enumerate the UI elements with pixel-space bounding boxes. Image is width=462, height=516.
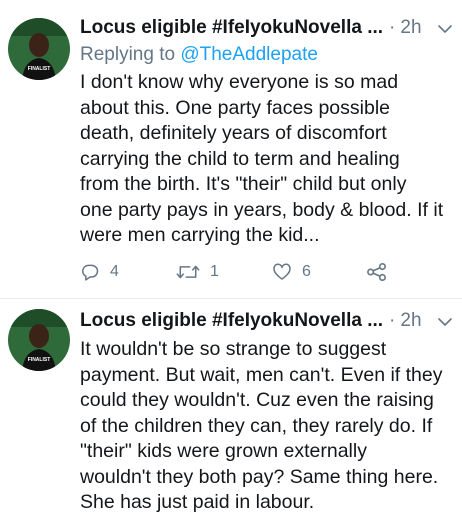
- reply-handle-link[interactable]: @TheAddlepate: [180, 44, 318, 65]
- timestamp[interactable]: 2h: [400, 310, 421, 332]
- avatar-text: FINALIST: [28, 357, 51, 363]
- like-button[interactable]: 6: [272, 262, 366, 282]
- tweet[interactable]: FINALIST Locus eligible #IfeIyokuNovella…: [0, 0, 462, 299]
- retweet-button[interactable]: 1: [176, 262, 272, 282]
- tweet[interactable]: FINALIST Locus eligible #IfeIyokuNovella…: [0, 299, 462, 513]
- avatar-text: FINALIST: [28, 66, 51, 72]
- chevron-down-icon[interactable]: [438, 317, 452, 327]
- replying-to: Replying to @TheAddlepate: [80, 42, 452, 68]
- tweet-header: Locus eligible #IfeIyokuNovella ... · 2h: [80, 307, 452, 335]
- share-button[interactable]: [366, 262, 388, 282]
- tweet-text: I don't know why everyone is so mad abou…: [80, 71, 444, 246]
- avatar[interactable]: FINALIST: [8, 309, 70, 371]
- separator-dot: ·: [389, 310, 396, 331]
- reply-button[interactable]: 4: [80, 262, 176, 282]
- like-count: 6: [302, 263, 311, 280]
- tweet-header: Locus eligible #IfeIyokuNovella ... · 2h: [80, 14, 452, 42]
- chevron-down-icon[interactable]: [438, 24, 452, 34]
- retweet-icon: [176, 265, 200, 279]
- avatar[interactable]: FINALIST: [8, 18, 70, 80]
- tweet-actions: 4 1 6: [80, 262, 388, 282]
- reply-count: 4: [110, 263, 119, 280]
- like-icon: [273, 263, 291, 280]
- display-name[interactable]: Locus eligible #IfeIyokuNovella ...: [80, 310, 383, 332]
- display-name[interactable]: Locus eligible #IfeIyokuNovella ...: [80, 17, 383, 39]
- replying-to-label: Replying to: [80, 44, 181, 65]
- reply-icon: [81, 264, 99, 281]
- share-icon: [367, 263, 386, 281]
- tweet-text: It wouldn't be so strange to suggest pay…: [80, 338, 443, 513]
- retweet-count: 1: [210, 263, 219, 280]
- separator-dot: ·: [389, 17, 396, 38]
- timestamp[interactable]: 2h: [400, 17, 421, 39]
